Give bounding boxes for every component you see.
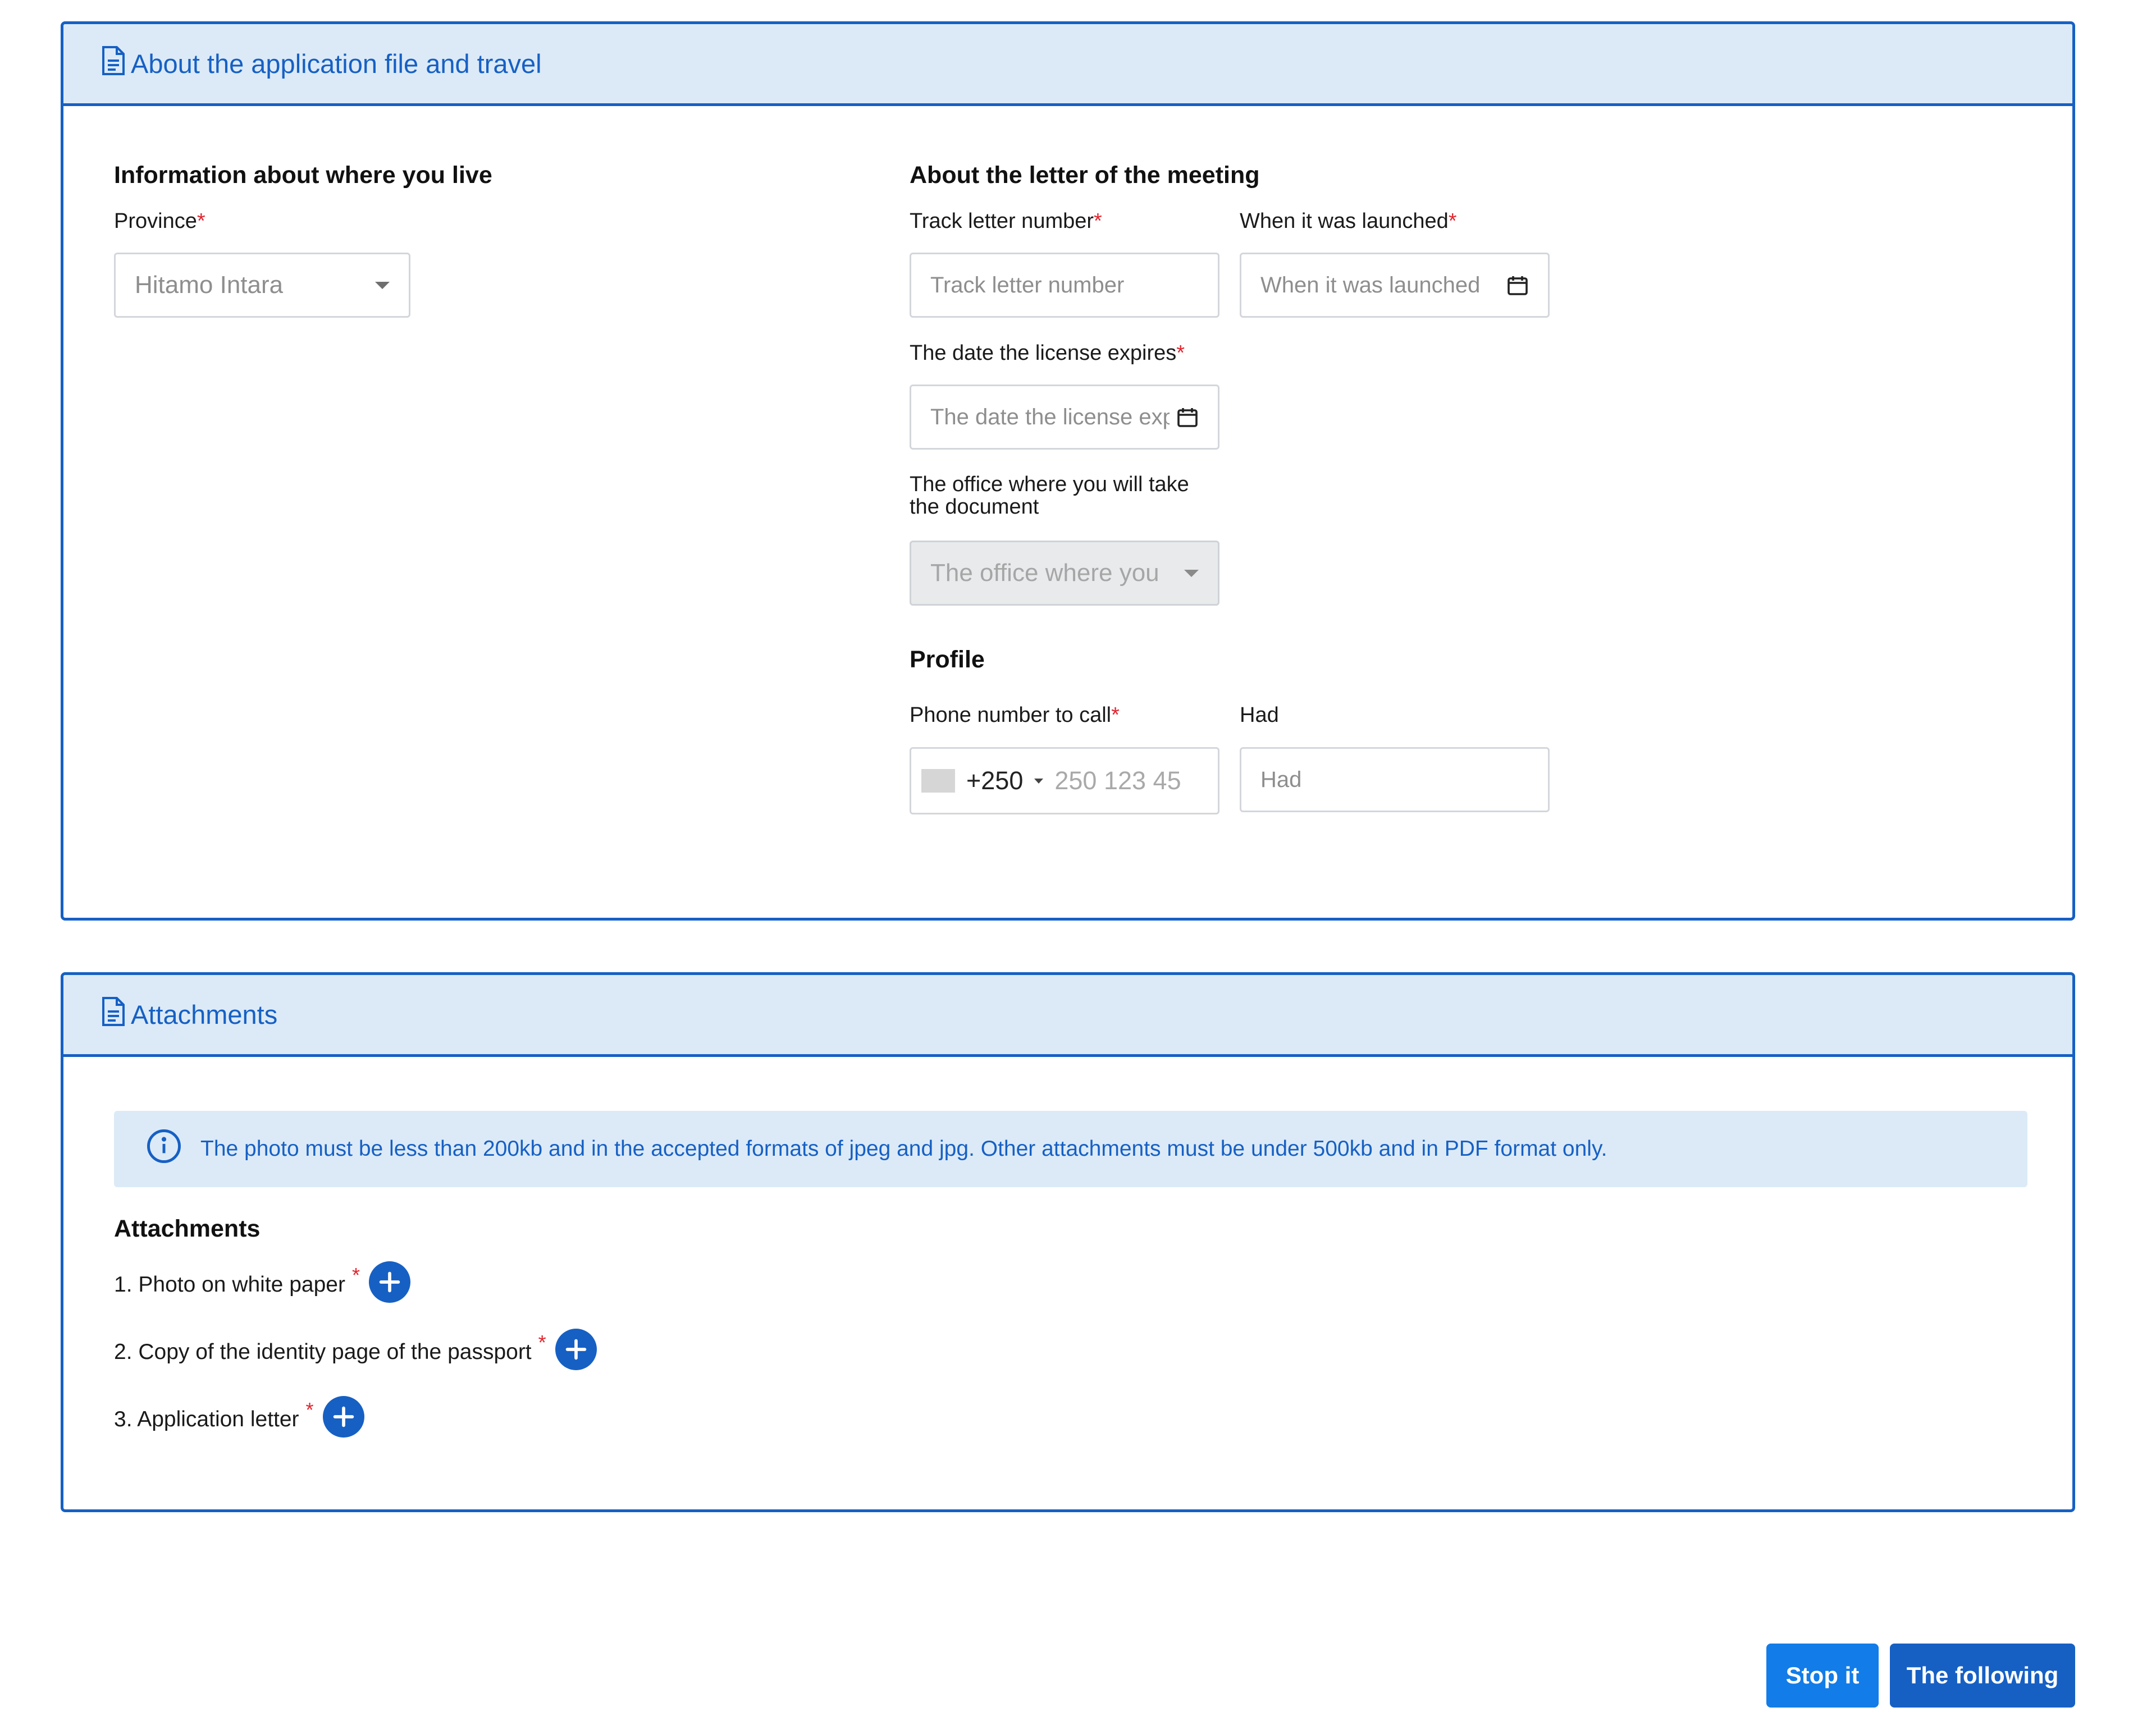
next-button[interactable]: The following: [1890, 1644, 2075, 1708]
info-notice: The photo must be less than 200kb and in…: [114, 1111, 2027, 1187]
document-icon: [99, 996, 127, 1033]
had-input[interactable]: Had: [1240, 747, 1550, 812]
attachment-item: 2. Copy of the identity page of the pass…: [114, 1329, 597, 1370]
chevron-down-icon: [1184, 569, 1199, 577]
launched-date-input[interactable]: When it was launched: [1240, 253, 1550, 318]
launched-label: When it was launched*: [1240, 209, 1457, 233]
document-icon: [99, 45, 127, 83]
card-title: Attachments: [131, 1000, 278, 1029]
calendar-icon[interactable]: [1506, 274, 1529, 296]
add-attachment-button[interactable]: [368, 1261, 410, 1303]
attachments-card: Attachments The photo must be less than …: [61, 972, 2075, 1512]
province-select[interactable]: Hitamo Intara: [114, 253, 410, 318]
residence-heading: Information about where you live: [114, 162, 492, 189]
dial-code[interactable]: +250: [966, 766, 1023, 795]
office-select[interactable]: The office where you: [910, 541, 1219, 606]
card-header: Attachments: [63, 975, 2072, 1057]
chevron-down-icon[interactable]: [1034, 778, 1044, 784]
phone-input[interactable]: +250 250 123 45: [910, 747, 1219, 814]
province-label: Province*: [114, 209, 205, 233]
add-attachment-button[interactable]: [555, 1329, 597, 1370]
chevron-down-icon: [375, 281, 390, 289]
attachment-item: 1. Photo on white paper *: [114, 1261, 410, 1303]
attachment-item: 3. Application letter *: [114, 1396, 364, 1438]
info-notice-text: The photo must be less than 200kb and in…: [200, 1137, 1607, 1161]
info-icon: [145, 1128, 182, 1170]
add-attachment-button[interactable]: [322, 1396, 364, 1438]
expiry-date-input[interactable]: The date the license exp: [910, 385, 1219, 450]
phone-placeholder: 250 123 45: [1054, 766, 1181, 795]
phone-label: Phone number to call*: [910, 703, 1120, 727]
country-flag-icon[interactable]: [921, 769, 955, 793]
had-label: Had: [1240, 703, 1279, 727]
application-travel-card: About the application file and travel In…: [61, 21, 2075, 921]
office-label: The office where you will take the docum…: [910, 473, 1189, 519]
calendar-icon[interactable]: [1176, 406, 1199, 428]
meeting-letter-heading: About the letter of the meeting: [910, 162, 1260, 189]
profile-heading: Profile: [910, 646, 985, 673]
card-title: About the application file and travel: [131, 49, 542, 79]
track-letter-label: Track letter number*: [910, 209, 1102, 233]
card-header: About the application file and travel: [63, 24, 2072, 106]
expiry-label: The date the license expires*: [910, 341, 1185, 365]
track-letter-input[interactable]: Track letter number: [910, 253, 1219, 318]
stop-button[interactable]: Stop it: [1766, 1644, 1879, 1708]
attachments-list-heading: Attachments: [114, 1215, 261, 1242]
